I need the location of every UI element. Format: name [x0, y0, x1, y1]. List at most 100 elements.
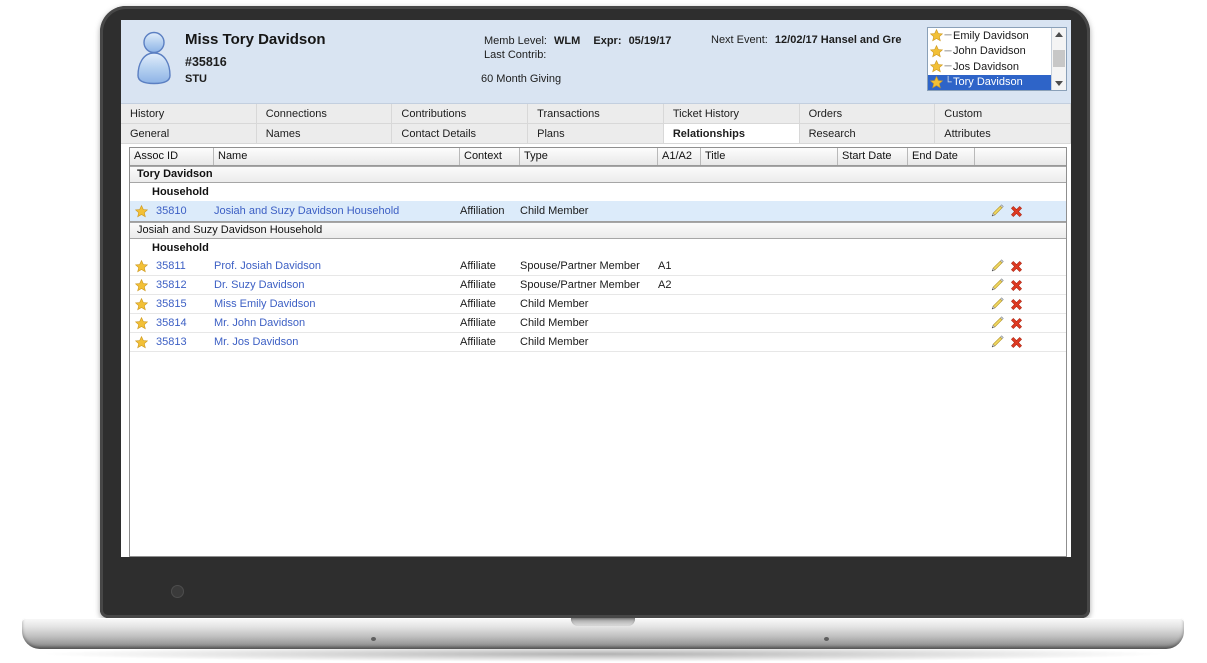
assoc-id-cell: 35814 — [130, 314, 214, 333]
tree-connector: ─ — [943, 61, 953, 72]
tab-contributions[interactable]: Contributions — [392, 104, 528, 124]
column-header-context[interactable]: Context — [460, 148, 520, 165]
edit-button[interactable] — [989, 316, 1004, 331]
tab-connections[interactable]: Connections — [257, 104, 393, 124]
edit-button[interactable] — [989, 278, 1004, 293]
name-cell: Mr. Jos Davidson — [214, 333, 460, 352]
tab-general[interactable]: General — [121, 124, 257, 144]
context-cell: Affiliation — [460, 201, 520, 222]
pencil-edit-icon — [990, 204, 1004, 218]
constituent-name-link[interactable]: Josiah and Suzy Davidson Household — [214, 205, 399, 217]
relationship-row[interactable]: 35813Mr. Jos DavidsonAffiliateChild Memb… — [130, 333, 1066, 352]
bezel-logo-icon — [171, 585, 184, 598]
constituent-name-link[interactable]: Prof. Josiah Davidson — [214, 260, 321, 272]
delete-button[interactable] — [1009, 204, 1024, 219]
base-screw — [371, 637, 376, 641]
relationship-row[interactable]: 35815Miss Emily DavidsonAffiliateChild M… — [130, 295, 1066, 314]
delete-button[interactable] — [1009, 316, 1024, 331]
delete-button[interactable] — [1009, 259, 1024, 274]
assoc-id-link[interactable]: 35813 — [156, 333, 187, 352]
edit-button[interactable] — [989, 335, 1004, 350]
constituent-name-link[interactable]: Miss Emily Davidson — [214, 298, 315, 310]
relationship-row[interactable]: 35810 Josiah and Suzy Davidson Household A… — [130, 201, 1066, 222]
column-header-end-date[interactable]: End Date — [908, 148, 975, 165]
scroll-up-button[interactable] — [1052, 28, 1066, 41]
last-contrib-label: Last Contrib: — [484, 49, 546, 61]
family-listbox[interactable]: ─Emily Davidson ─John Davidson ─Jos Davi… — [927, 27, 1067, 91]
tab-plans[interactable]: Plans — [528, 124, 664, 144]
name-cell: Mr. John Davidson — [214, 314, 460, 333]
delete-x-icon — [1010, 298, 1023, 311]
tab-orders[interactable]: Orders — [800, 104, 936, 124]
relationship-row[interactable]: 35811Prof. Josiah DavidsonAffiliateSpous… — [130, 257, 1066, 276]
triangle-up-icon — [1055, 32, 1063, 37]
row-actions — [975, 204, 1066, 219]
constituent-name-link[interactable]: Mr. Jos Davidson — [214, 336, 298, 348]
assoc-id-link[interactable]: 35811 — [156, 257, 186, 276]
tab-custom[interactable]: Custom — [935, 104, 1071, 124]
assoc-id-link[interactable]: 35812 — [156, 276, 187, 295]
type-cell: Child Member — [520, 314, 658, 333]
family-list-item-john-davidson[interactable]: ─John Davidson — [928, 44, 1051, 60]
delete-x-icon — [1010, 205, 1023, 218]
assoc-id-cell: 35810 — [130, 201, 214, 222]
star-icon — [930, 60, 943, 73]
type-cell: Child Member — [520, 295, 658, 314]
a1a2-cell: A2 — [658, 276, 701, 295]
family-list-item-emily-davidson[interactable]: ─Emily Davidson — [928, 28, 1051, 44]
pencil-edit-icon — [990, 335, 1004, 349]
a1a2-cell: A1 — [658, 257, 701, 276]
constituent-name-link[interactable]: Mr. John Davidson — [214, 317, 305, 329]
tab-attributes[interactable]: Attributes — [935, 124, 1071, 144]
type-cell: Child Member — [520, 201, 658, 222]
edit-button[interactable] — [989, 297, 1004, 312]
next-event-value: 12/02/17 Hansel and Gre — [775, 34, 902, 46]
name-cell: Dr. Suzy Davidson — [214, 276, 460, 295]
delete-button[interactable] — [1009, 335, 1024, 350]
laptop-base — [22, 618, 1184, 649]
family-list-item-jos-davidson[interactable]: ─Jos Davidson — [928, 59, 1051, 75]
column-header-title[interactable]: Title — [701, 148, 838, 165]
assoc-id-link[interactable]: 35810 — [156, 201, 187, 222]
expr-label: Expr: — [593, 35, 621, 47]
pencil-edit-icon — [990, 297, 1004, 311]
laptop-latch — [571, 618, 635, 626]
family-list-item-tory-davidson[interactable]: └Tory Davidson — [928, 75, 1051, 91]
context-cell: Affiliate — [460, 257, 520, 276]
tree-connector: ─ — [943, 46, 953, 57]
star-icon — [930, 45, 943, 58]
tab-contact-details[interactable]: Contact Details — [392, 124, 528, 144]
tab-transactions[interactable]: Transactions — [528, 104, 664, 124]
tab-research[interactable]: Research — [800, 124, 936, 144]
delete-button[interactable] — [1009, 278, 1024, 293]
scrollbar-thumb[interactable] — [1053, 50, 1065, 67]
column-header-a1-a2[interactable]: A1/A2 — [658, 148, 701, 165]
delete-button[interactable] — [1009, 297, 1024, 312]
assoc-id-cell: 35812 — [130, 276, 214, 295]
assoc-id-link[interactable]: 35814 — [156, 314, 187, 333]
column-header-start-date[interactable]: Start Date — [838, 148, 908, 165]
delete-x-icon — [1010, 336, 1023, 349]
row-actions — [975, 316, 1066, 331]
column-header-blank[interactable] — [975, 148, 1066, 165]
assoc-id-link[interactable]: 35815 — [156, 295, 187, 314]
edit-button[interactable] — [989, 259, 1004, 274]
tab-relationships[interactable]: Relationships — [664, 124, 800, 144]
tree-connector: ─ — [943, 30, 953, 41]
relationship-row[interactable]: 35812Dr. Suzy DavidsonAffiliateSpouse/Pa… — [130, 276, 1066, 295]
patron-identity: Miss Tory Davidson #35816 STU — [185, 31, 326, 85]
tab-ticket-history[interactable]: Ticket History — [664, 104, 800, 124]
column-header-assoc-id[interactable]: Assoc ID — [130, 148, 214, 165]
family-listbox-scrollbar[interactable] — [1051, 28, 1066, 90]
column-header-name[interactable]: Name — [214, 148, 460, 165]
constituent-name-link[interactable]: Dr. Suzy Davidson — [214, 279, 304, 291]
edit-button[interactable] — [989, 204, 1004, 219]
tab-names[interactable]: Names — [257, 124, 393, 144]
tab-history[interactable]: History — [121, 104, 257, 124]
memb-level-value: WLM — [554, 35, 580, 47]
group-header-josiah-and-suzy-davidson-household: Josiah and Suzy Davidson Household — [130, 222, 1066, 239]
relationship-row[interactable]: 35814Mr. John DavidsonAffiliateChild Mem… — [130, 314, 1066, 333]
column-header-type[interactable]: Type — [520, 148, 658, 165]
app-window: Miss Tory Davidson #35816 STU Memb Level… — [121, 20, 1071, 557]
scroll-down-button[interactable] — [1052, 77, 1066, 90]
